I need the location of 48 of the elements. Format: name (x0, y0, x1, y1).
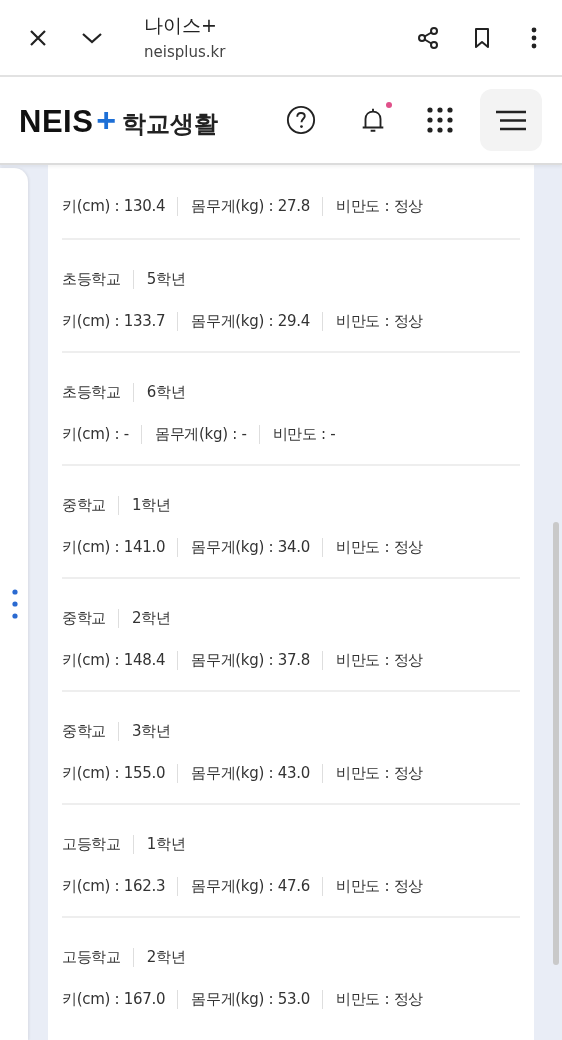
metric-text: 몸무게(kg) : 37.8 (177, 650, 310, 670)
help-icon[interactable] (286, 105, 316, 135)
school-level: 고등학교 (62, 834, 121, 854)
metric-text: 몸무게(kg) : 27.8 (177, 196, 310, 216)
metric-text: 몸무게(kg) : 34.0 (177, 537, 310, 557)
metric-text: 몸무게(kg) : 47.6 (177, 876, 310, 896)
metric-text: 비만도 : 정상 (321, 196, 424, 216)
metric-text: 비만도 : - (258, 424, 336, 444)
metric-text: 비만도 : 정상 (321, 537, 424, 557)
share-icon[interactable] (416, 25, 440, 50)
grade-label: 1학년 (132, 834, 186, 854)
school-level: 초등학교 (62, 269, 121, 289)
metric-text: 비만도 : 정상 (321, 763, 424, 783)
school-level: 고등학교 (62, 947, 121, 967)
metric-text: 몸무게(kg) : 29.4 (177, 311, 310, 331)
grade-label: 1학년 (118, 495, 171, 515)
school-level: 중학교 (62, 721, 107, 741)
menu-button[interactable] (480, 89, 542, 151)
metric-text: 키(cm) : 155.0 (62, 763, 166, 783)
metric-text: 몸무게(kg) : 43.0 (177, 763, 310, 783)
school-level: 초등학교 (62, 382, 121, 402)
grade-label: 2학년 (132, 947, 186, 967)
school-level: 중학교 (62, 495, 107, 515)
more-vertical-icon[interactable] (12, 589, 18, 619)
grade-label: 5학년 (132, 269, 186, 289)
metric-text: 비만도 : 정상 (321, 650, 424, 670)
metric-text: 키(cm) : - (62, 424, 129, 444)
menu-icon (495, 109, 527, 131)
apps-grid-icon[interactable] (426, 106, 454, 134)
metric-text: 몸무게(kg) : - (140, 424, 247, 444)
grade-label: 3학년 (118, 721, 171, 741)
page-url: neisplus.kr (144, 42, 227, 63)
metric-text: 비만도 : 정상 (321, 876, 424, 896)
metric-text: 키(cm) : 167.0 (62, 989, 166, 1009)
school-level: 중학교 (62, 608, 107, 628)
grade-label: 6학년 (132, 382, 186, 402)
metric-text: 비만도 : 정상 (321, 989, 424, 1009)
metric-text: 몸무게(kg) : 53.0 (177, 989, 310, 1009)
grade-label: 2학년 (118, 608, 171, 628)
more-icon[interactable] (530, 25, 538, 50)
metric-text: 키(cm) : 141.0 (62, 537, 166, 557)
metric-text: 키(cm) : 130.4 (62, 196, 166, 216)
metric-text: 비만도 : 정상 (321, 311, 424, 331)
metric-text: 키(cm) : 133.7 (62, 311, 166, 331)
scrollbar[interactable] (553, 522, 559, 965)
page-title: 나이스+ (144, 13, 218, 38)
metric-text: 키(cm) : 162.3 (62, 876, 166, 896)
metric-text: 키(cm) : 148.4 (62, 650, 166, 670)
